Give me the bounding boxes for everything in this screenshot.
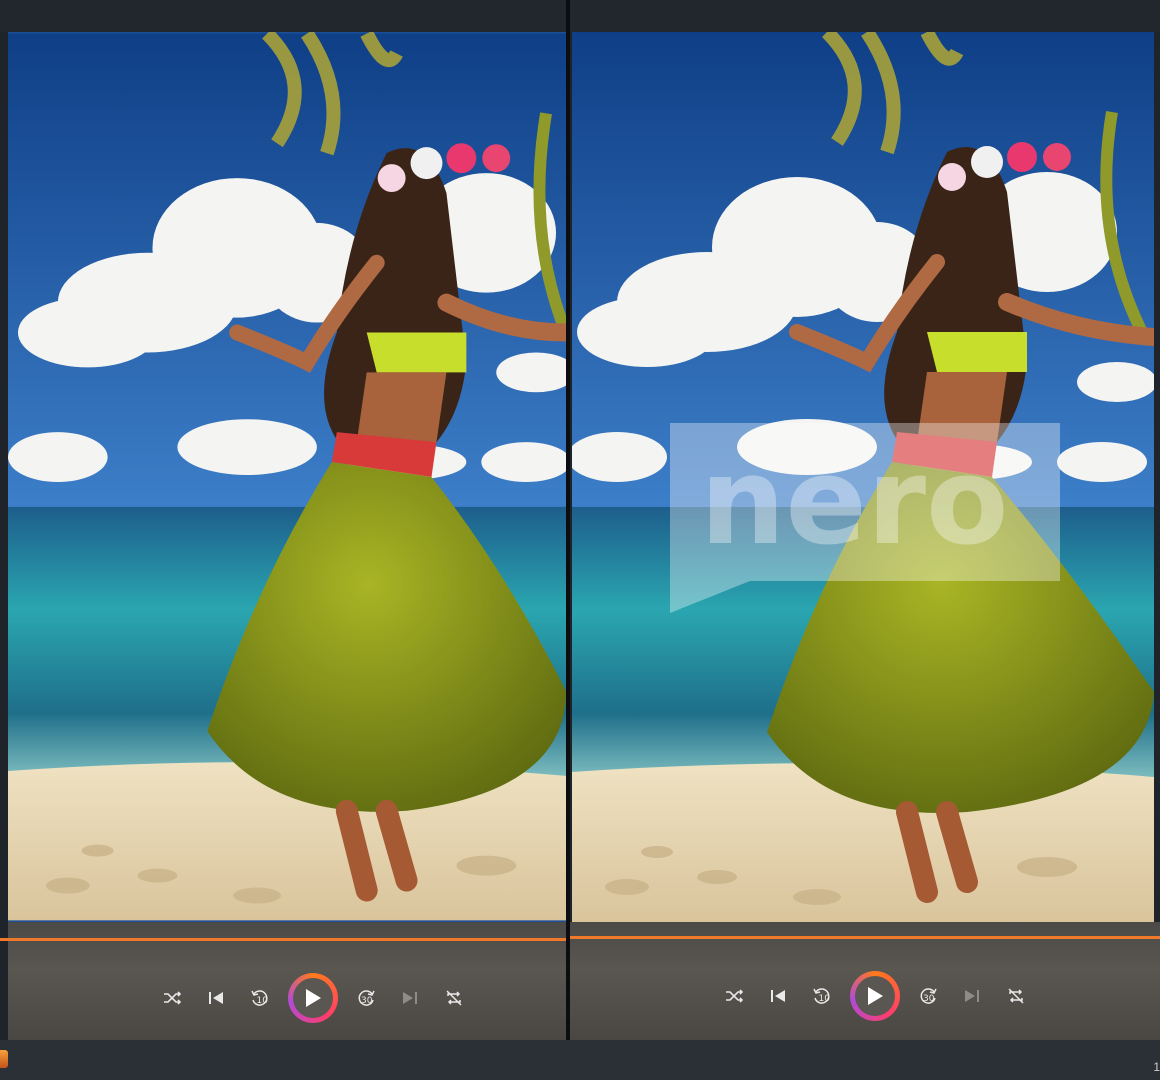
play-icon [306, 989, 321, 1007]
playback-controls: 10 30 [712, 970, 1038, 1022]
previous-icon[interactable] [756, 970, 800, 1022]
forward-30-icon[interactable]: 30 [344, 972, 388, 1024]
pane-topbar [570, 0, 1160, 32]
play-icon [868, 987, 883, 1005]
next-icon[interactable] [388, 972, 432, 1024]
play-button[interactable] [850, 971, 900, 1021]
progress-bar[interactable] [570, 936, 1160, 939]
svg-text:nero: nero [700, 433, 1008, 572]
rewind-10-icon[interactable]: 10 [800, 970, 844, 1022]
video-pane-right: nero 10 30 [570, 0, 1160, 1040]
next-icon[interactable] [950, 970, 994, 1022]
video-frame[interactable]: nero [572, 32, 1154, 922]
rewind-10-icon[interactable]: 10 [238, 972, 282, 1024]
video-pane-left: 10 30 [0, 0, 566, 1040]
repeat-off-icon[interactable] [994, 970, 1038, 1022]
playback-controls: 10 30 [150, 972, 476, 1024]
repeat-off-icon[interactable] [432, 972, 476, 1024]
svg-text:30: 30 [923, 994, 935, 1004]
svg-text:10: 10 [257, 996, 269, 1006]
beach-dancer-scene [8, 32, 566, 921]
svg-text:30: 30 [361, 996, 373, 1006]
video-frame[interactable] [8, 32, 566, 922]
previous-icon[interactable] [194, 972, 238, 1024]
bottom-status-bar [0, 1040, 1160, 1080]
progress-bar[interactable] [0, 938, 566, 941]
forward-30-icon[interactable]: 30 [906, 970, 950, 1022]
play-button[interactable] [288, 973, 338, 1023]
svg-text:10: 10 [819, 994, 831, 1004]
pane-topbar [0, 0, 566, 32]
shuffle-icon[interactable] [150, 972, 194, 1024]
nero-watermark-logo: nero [670, 423, 1060, 613]
status-text: 1 [1153, 1060, 1160, 1074]
shuffle-icon[interactable] [712, 970, 756, 1022]
app-icon[interactable] [0, 1050, 8, 1068]
